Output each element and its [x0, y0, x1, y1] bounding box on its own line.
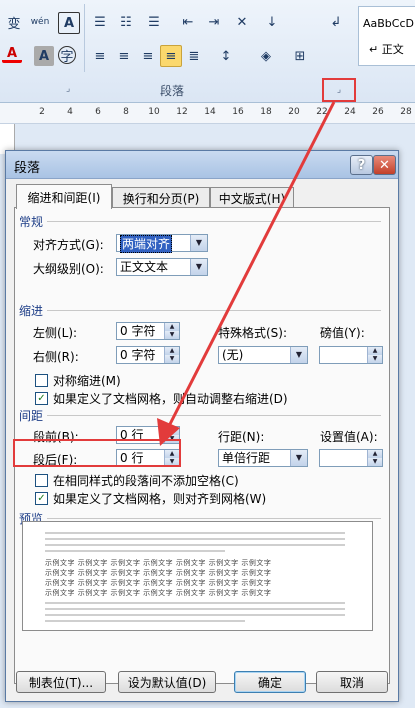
- tab-indents-spacing[interactable]: 缩进和间距(I): [16, 184, 112, 209]
- annotation-arrow: [157, 101, 336, 446]
- arrow-head: [157, 418, 180, 446]
- arrow-line: [166, 101, 336, 429]
